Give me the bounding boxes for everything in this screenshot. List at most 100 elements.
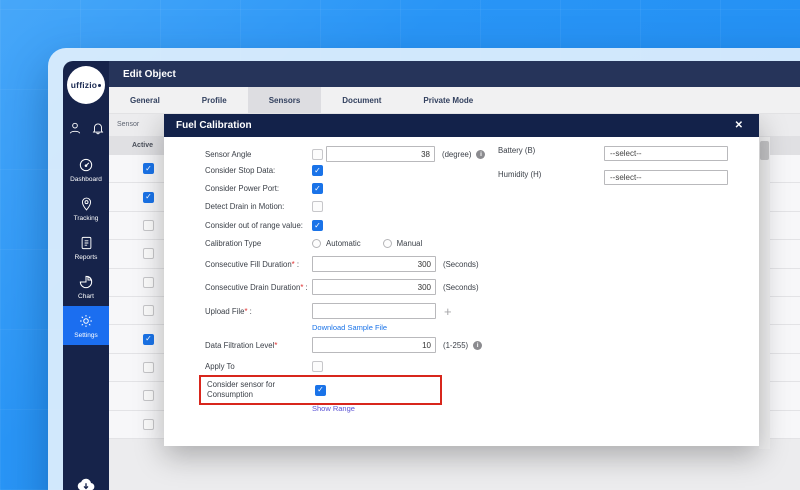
settings-gear-icon [78, 313, 94, 329]
field-consider-out-of-range: Consider out of range value: [205, 220, 323, 231]
show-range-link[interactable]: Show Range [312, 404, 355, 413]
tab-sensors[interactable]: Sensors [248, 87, 322, 113]
tracking-pin-icon [79, 196, 94, 212]
sidebar-item-settings[interactable]: Settings [63, 306, 109, 345]
field-detect-drain-in-motion: Detect Drain in Motion: [205, 201, 323, 212]
modal-header: Fuel Calibration ✕ [164, 114, 759, 137]
active-checkbox[interactable] [143, 305, 154, 316]
tab-profile[interactable]: Profile [181, 87, 248, 113]
data-filtration-level-input[interactable] [312, 337, 436, 353]
field-battery: Battery (B) [498, 146, 605, 155]
window-title: Edit Object [109, 61, 800, 87]
field-consider-power-port: Consider Power Port: [205, 183, 323, 194]
tab-label: Sensors [269, 96, 301, 105]
fuel-calibration-modal: Fuel Calibration ✕ Sensor Angle (degree)… [164, 114, 759, 446]
window-title-text: Edit Object [123, 69, 176, 80]
consecutive-drain-duration-input[interactable] [312, 279, 436, 295]
apply-to-checkbox[interactable] [312, 361, 323, 372]
sidebar: uffizio Dashboard Tracking Reports [63, 61, 109, 490]
sidebar-item-label: Chart [78, 293, 94, 300]
sidebar-item-reports[interactable]: Reports [63, 228, 109, 267]
field-label: Consecutive Fill Duration* : [205, 260, 312, 269]
notifications-bell-icon[interactable] [91, 121, 105, 135]
detect-drain-in-motion-checkbox[interactable] [312, 201, 323, 212]
consider-sensor-for-consumption-checkbox[interactable] [315, 385, 326, 396]
scrollbar-thumb[interactable] [760, 141, 769, 160]
required-asterisk: * [274, 341, 277, 350]
consecutive-fill-duration-input[interactable] [312, 256, 436, 272]
close-icon[interactable]: ✕ [731, 120, 747, 131]
main-panel: Edit Object General Profile Sensors Docu… [109, 61, 800, 490]
upload-file-input[interactable] [312, 303, 436, 319]
sidebar-item-chart[interactable]: Chart [63, 267, 109, 306]
field-label: Consider out of range value: [205, 221, 312, 230]
active-column-header: Active [132, 142, 153, 149]
field-consecutive-drain-duration: Consecutive Drain Duration* : (Seconds) [205, 279, 479, 295]
unit-label: (Seconds) [443, 260, 479, 269]
dashboard-icon [78, 157, 94, 173]
field-calibration-type: Calibration Type Automatic Manual [205, 239, 444, 248]
calibration-automatic-radio[interactable] [312, 239, 321, 248]
tab-label: Private Mode [423, 96, 473, 105]
brand-logo[interactable]: uffizio [67, 66, 105, 104]
consider-stop-data-checkbox[interactable] [312, 165, 323, 176]
active-checkbox[interactable] [143, 362, 154, 373]
field-label: Calibration Type [205, 239, 312, 248]
active-checkbox[interactable] [143, 419, 154, 430]
humidity-select-value: --select-- [610, 173, 642, 182]
sidebar-item-label: Tracking [74, 215, 99, 222]
modal-title: Fuel Calibration [176, 120, 252, 131]
tab-label: Document [342, 96, 381, 105]
user-icon[interactable] [68, 121, 82, 135]
field-label: Consider Stop Data: [205, 166, 312, 175]
field-label: Battery (B) [498, 146, 605, 155]
add-file-icon[interactable]: + [444, 304, 452, 319]
tab-bar: General Profile Sensors Document Private… [109, 87, 800, 114]
field-data-filtration-level: Data Filtration Level* (1-255) i [205, 337, 482, 353]
active-checkbox[interactable] [143, 277, 154, 288]
app-window-frame: uffizio Dashboard Tracking Reports [48, 48, 800, 490]
active-checkbox[interactable] [143, 163, 154, 174]
modal-body: Sensor Angle (degree) i Consider Stop Da… [164, 137, 759, 446]
humidity-select[interactable]: --select-- [604, 170, 728, 185]
vertical-scrollbar [759, 137, 770, 449]
tab-document[interactable]: Document [321, 87, 402, 113]
field-label: Sensor Angle [205, 150, 312, 159]
tab-private-mode[interactable]: Private Mode [402, 87, 494, 113]
pie-chart-icon [78, 274, 94, 290]
tab-general[interactable]: General [109, 87, 181, 113]
active-checkbox[interactable] [143, 390, 154, 401]
active-checkbox[interactable] [143, 334, 154, 345]
field-label: Apply To [205, 362, 312, 371]
cloud-download-icon[interactable] [76, 477, 96, 490]
field-label: Upload File* : [205, 307, 312, 316]
info-icon[interactable]: i [476, 150, 485, 159]
sidebar-item-tracking[interactable]: Tracking [63, 189, 109, 228]
consider-power-port-checkbox[interactable] [312, 183, 323, 194]
active-checkbox[interactable] [143, 220, 154, 231]
sensor-angle-input[interactable] [326, 146, 435, 162]
active-checkbox[interactable] [143, 248, 154, 259]
tab-label: General [130, 96, 160, 105]
download-sample-file-link[interactable]: Download Sample File [312, 323, 387, 332]
radio-label: Automatic [326, 239, 361, 248]
battery-select[interactable]: --select-- [604, 146, 728, 161]
field-upload-file: Upload File* : + [205, 303, 452, 319]
sensor-angle-checkbox[interactable] [312, 149, 323, 160]
calibration-manual-radio[interactable] [383, 239, 392, 248]
field-sensor-angle: Sensor Angle (degree) i [205, 146, 485, 162]
field-humidity: Humidity (H) [498, 170, 605, 179]
sidebar-item-dashboard[interactable]: Dashboard [63, 150, 109, 189]
field-apply-to: Apply To [205, 361, 323, 372]
unit-label: (Seconds) [443, 283, 479, 292]
consider-out-of-range-checkbox[interactable] [312, 220, 323, 231]
battery-select-value: --select-- [610, 149, 642, 158]
brand-logo-text: uffizio [71, 80, 101, 90]
info-icon[interactable]: i [473, 341, 482, 350]
field-label: Humidity (H) [498, 170, 605, 179]
active-checkbox[interactable] [143, 192, 154, 203]
unit-label: (degree) [442, 150, 471, 159]
sensors-tab-content: Sensor Active Fuel Calibration ✕ Sensor … [109, 114, 800, 490]
field-label: Consider sensor for Consumption [207, 380, 308, 399]
field-label: Consider Power Port: [205, 184, 312, 193]
